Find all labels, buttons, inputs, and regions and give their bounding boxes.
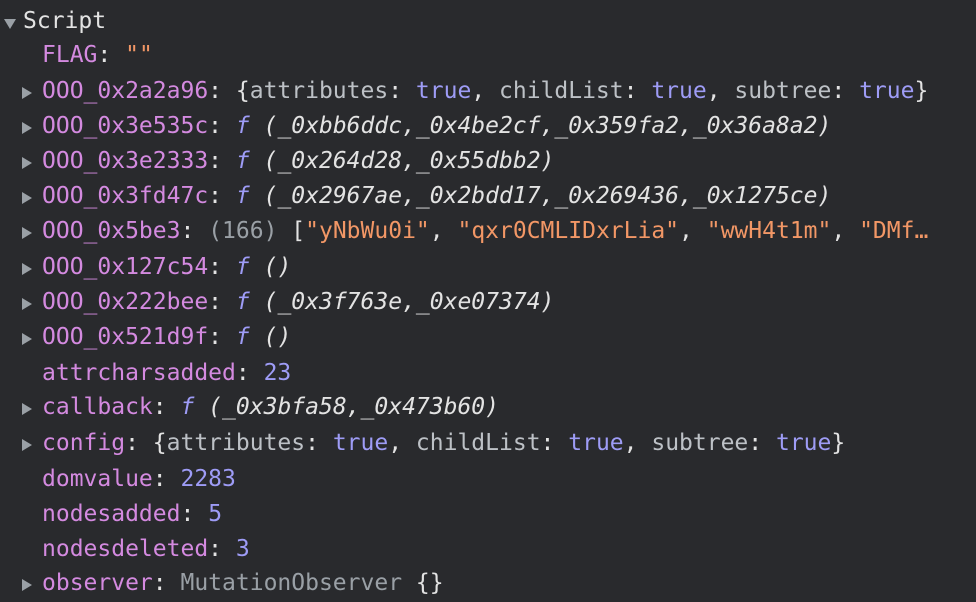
property-name: OOO_0x5be3	[42, 218, 181, 244]
property-value: {}	[415, 570, 444, 596]
function-icon: f	[235, 113, 250, 139]
function-signature: ()	[263, 324, 292, 350]
property-row[interactable]: config: {attributes: true, childList: tr…	[0, 426, 976, 461]
property-name: domvalue	[42, 466, 153, 492]
property-name: nodesdeleted	[42, 536, 209, 562]
property-value: ""	[125, 42, 153, 68]
property-name: OOO_0x222bee	[42, 289, 209, 315]
collapsed-triangle-icon[interactable]	[22, 579, 32, 591]
scope-section-header[interactable]: Script	[0, 4, 976, 39]
property-name: OOO_0x127c54	[42, 254, 209, 280]
property-name: nodesadded	[42, 501, 181, 527]
function-signature: (_0x3f763e,_0xe07374)	[263, 289, 555, 315]
property-row[interactable]: FLAG: ""	[0, 38, 976, 73]
collapsed-triangle-icon[interactable]	[22, 122, 32, 134]
property-row[interactable]: attrcharsadded: 23	[0, 356, 976, 391]
property-name: callback	[42, 394, 153, 420]
function-signature: (_0x2967ae,_0x2bdd17,_0x269436,_0x1275ce…	[263, 183, 832, 209]
object-type: MutationObserver	[180, 570, 403, 596]
scope-section-title: Script	[23, 8, 107, 34]
array-length: (166)	[208, 218, 278, 244]
property-value: 5	[208, 501, 223, 527]
collapsed-triangle-icon[interactable]	[22, 403, 32, 415]
collapsed-triangle-icon[interactable]	[22, 227, 32, 239]
function-icon: f	[235, 324, 250, 350]
property-name: OOO_0x3e2333	[42, 148, 209, 174]
property-name: OOO_0x521d9f	[42, 324, 209, 350]
property-row[interactable]: OOO_0x5be3: (166) ["yNbWu0i", "qxr0CMLID…	[0, 214, 976, 249]
function-icon: f	[235, 183, 250, 209]
function-signature: (_0x264d28,_0x55dbb2)	[263, 148, 555, 174]
function-icon: f	[235, 254, 250, 280]
property-row[interactable]: OOO_0x521d9f: f ()	[0, 320, 976, 355]
property-row[interactable]: OOO_0x3e535c: f (_0xbb6ddc,_0x4be2cf,_0x…	[0, 109, 976, 144]
expanded-triangle-icon[interactable]	[4, 19, 16, 29]
property-row[interactable]: OOO_0x127c54: f ()	[0, 250, 976, 285]
property-row[interactable]: observer: MutationObserver {}	[0, 566, 976, 601]
property-row[interactable]: OOO_0x2a2a96: {attributes: true, childLi…	[0, 74, 976, 109]
collapsed-triangle-icon[interactable]	[22, 263, 32, 275]
collapsed-triangle-icon[interactable]	[22, 157, 32, 169]
function-icon: f	[235, 148, 250, 174]
collapsed-triangle-icon[interactable]	[22, 333, 32, 345]
property-name: attrcharsadded	[42, 360, 236, 386]
property-row[interactable]: OOO_0x3fd47c: f (_0x2967ae,_0x2bdd17,_0x…	[0, 179, 976, 214]
property-name: FLAG	[42, 42, 98, 68]
collapsed-triangle-icon[interactable]	[22, 87, 32, 99]
property-row[interactable]: nodesadded: 5	[0, 497, 976, 532]
collapsed-triangle-icon[interactable]	[22, 192, 32, 204]
function-signature: (_0xbb6ddc,_0x4be2cf,_0x359fa2,_0x36a8a2…	[263, 113, 832, 139]
property-row[interactable]: nodesdeleted: 3	[0, 532, 976, 567]
property-name: OOO_0x3e535c	[42, 113, 209, 139]
property-value: 23	[263, 360, 292, 386]
property-name: OOO_0x2a2a96	[42, 78, 209, 104]
property-name: OOO_0x3fd47c	[42, 183, 209, 209]
property-name: observer	[42, 570, 153, 596]
property-row[interactable]: OOO_0x222bee: f (_0x3f763e,_0xe07374)	[0, 285, 976, 320]
property-value: 2283	[180, 466, 236, 492]
property-row[interactable]: domvalue: 2283	[0, 462, 976, 497]
collapsed-triangle-icon[interactable]	[22, 298, 32, 310]
property-value: 3	[235, 536, 250, 562]
function-icon: f	[235, 289, 250, 315]
property-row[interactable]: callback: f (_0x3bfa58,_0x473b60)	[0, 390, 976, 425]
scope-pane: Script FLAG: "" OOO_0x2a2a96: {attribute…	[0, 0, 976, 602]
property-name: config	[42, 430, 126, 456]
collapsed-triangle-icon[interactable]	[22, 439, 32, 451]
function-icon: f	[180, 394, 195, 420]
function-signature: ()	[263, 254, 292, 280]
function-signature: (_0x3bfa58,_0x473b60)	[208, 394, 499, 420]
property-row[interactable]: OOO_0x3e2333: f (_0x264d28,_0x55dbb2)	[0, 144, 976, 179]
